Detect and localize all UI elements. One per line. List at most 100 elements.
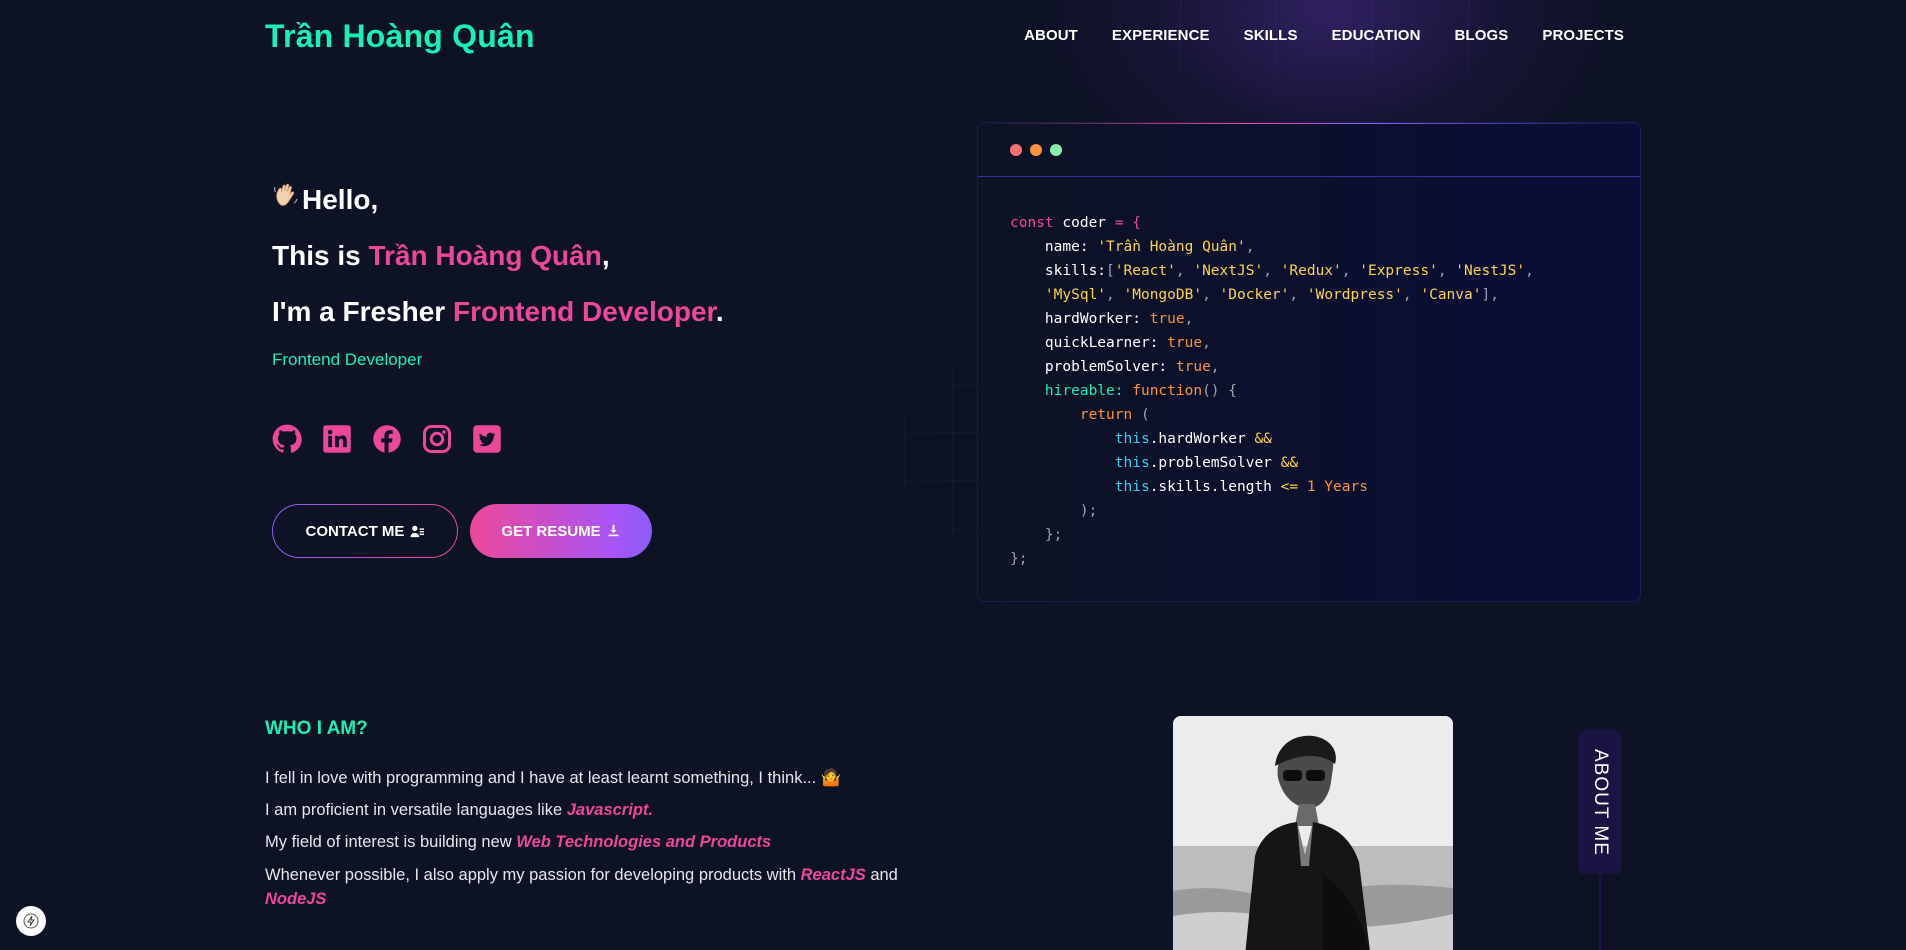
code-token: true: [1149, 311, 1185, 327]
code-token: this: [1114, 479, 1150, 495]
contact-me-label: CONTACT ME: [305, 522, 405, 540]
code-token: hardWorker:: [1044, 311, 1150, 327]
hero-role-prefix: I'm a Fresher: [272, 296, 453, 327]
waving-hand-icon: [272, 172, 302, 228]
linkedin-icon[interactable]: [322, 424, 352, 454]
code-line: };: [1010, 547, 1608, 571]
about-heading: WHO I AM?: [265, 718, 368, 739]
about-text: I am proficient in versatile languages l…: [265, 801, 567, 819]
code-token: true: [1175, 359, 1211, 375]
window-dot-green: [1050, 143, 1062, 156]
code-token: ,: [1184, 311, 1194, 327]
code-token: ,: [1289, 287, 1307, 303]
code-snippet: const coder = { name: 'Trần Hoàng Quân',…: [978, 177, 1640, 571]
code-line: hireable: function() {: [1010, 379, 1608, 403]
brand-logo[interactable]: Trần Hoàng Quân: [265, 18, 535, 55]
nav-experience[interactable]: EXPERIENCE: [1112, 27, 1210, 44]
portfolio-page: Trần Hoàng Quân ABOUT EXPERIENCE SKILLS …: [0, 0, 1906, 950]
code-token: 'MongoDB': [1123, 287, 1203, 303]
hero-name-suffix: ,: [601, 240, 610, 271]
about-highlight: Web Technologies and Products: [516, 833, 772, 851]
code-token: ],: [1481, 287, 1499, 303]
window-dot-orange: [1030, 143, 1042, 156]
about-paragraph: Whenever possible, I also apply my passi…: [265, 863, 955, 911]
code-line: return (: [1010, 403, 1608, 427]
about-highlight: NodeJS: [265, 890, 327, 908]
about-me-tab-line: [1599, 874, 1601, 950]
code-line: 'MySql', 'MongoDB', 'Docker', 'Wordpress…: [1010, 283, 1608, 307]
about-highlight: ReactJS: [800, 866, 866, 884]
about-paragraph: I am proficient in versatile languages l…: [265, 794, 955, 826]
github-icon[interactable]: [272, 424, 302, 454]
code-token: = {: [1114, 215, 1141, 231]
nav-education[interactable]: EDUCATION: [1332, 27, 1421, 44]
code-line: const coder = {: [1010, 211, 1608, 235]
code-token: ,: [1175, 263, 1194, 279]
code-token: &&: [1254, 431, 1272, 447]
code-token: ,: [1525, 263, 1534, 279]
hero-role-line: I'm a Fresher Frontend Developer.: [272, 284, 812, 340]
code-line: this.skills.length <= 1 Years: [1010, 475, 1608, 499]
background-grid-top: [1180, 0, 1480, 120]
hero-greeting-line: Hello,: [272, 172, 812, 228]
code-token: 1 Years: [1298, 479, 1368, 495]
code-token: 'React': [1114, 263, 1176, 279]
code-token: this: [1114, 431, 1150, 447]
code-token: <=: [1280, 479, 1299, 495]
code-line: skills:['React', 'NextJS', 'Redux', 'Exp…: [1010, 259, 1608, 283]
code-token: const: [1010, 215, 1054, 231]
hero-role: Frontend Developer: [452, 296, 716, 327]
code-token: 'Canva': [1420, 287, 1482, 303]
hero-actions: CONTACT ME GET RESUME: [272, 504, 652, 558]
code-token: () {: [1202, 383, 1237, 399]
code-token: return: [1079, 407, 1133, 423]
get-resume-label: GET RESUME: [501, 522, 601, 540]
code-line: this.problemSolver &&: [1010, 451, 1608, 475]
profile-photo: [1173, 716, 1453, 950]
facebook-icon[interactable]: [372, 424, 402, 454]
code-token: ,: [1202, 287, 1220, 303]
code-token: ,: [1210, 359, 1220, 375]
code-token: };: [1010, 551, 1028, 567]
window-dot-red: [1010, 143, 1022, 156]
nav-about[interactable]: ABOUT: [1024, 27, 1078, 44]
nav-blogs[interactable]: BLOGS: [1455, 27, 1509, 44]
code-token: 'Redux': [1280, 263, 1342, 279]
code-line: this.hardWorker &&: [1010, 427, 1608, 451]
code-token: quickLearner:: [1044, 335, 1168, 351]
hero-intro: Hello, This is Trần Hoàng Quân, I'm a Fr…: [272, 172, 812, 370]
code-token: [: [1106, 263, 1115, 279]
twitter-icon[interactable]: [472, 424, 502, 454]
social-links: [272, 424, 502, 454]
lightning-icon[interactable]: [16, 906, 46, 936]
about-text: Whenever possible, I also apply my passi…: [265, 866, 801, 884]
contact-me-button[interactable]: CONTACT ME: [272, 504, 458, 558]
code-token: (: [1132, 407, 1150, 423]
code-token: name:: [1044, 239, 1098, 255]
code-line: hardWorker: true,: [1010, 307, 1608, 331]
about-paragraph: My field of interest is building new Web…: [265, 826, 955, 858]
instagram-icon[interactable]: [422, 424, 452, 454]
code-token: 'Docker': [1219, 287, 1290, 303]
code-token: .hardWorker: [1149, 431, 1255, 447]
code-token: 'NextJS': [1193, 263, 1264, 279]
get-resume-button[interactable]: GET RESUME: [470, 504, 652, 558]
nav-projects[interactable]: PROJECTS: [1542, 27, 1624, 44]
code-token: ,: [1341, 263, 1360, 279]
code-token: .skills.length: [1149, 479, 1281, 495]
code-token: true: [1167, 335, 1203, 351]
hero-name: Trần Hoàng Quân: [368, 240, 602, 271]
about-description: I fell in love with programming and I ha…: [265, 762, 955, 911]
main-nav: ABOUT EXPERIENCE SKILLS EDUCATION BLOGS …: [1024, 27, 1624, 44]
code-line: quickLearner: true,: [1010, 331, 1608, 355]
nav-skills[interactable]: SKILLS: [1244, 27, 1298, 44]
code-token: ,: [1263, 263, 1281, 279]
code-line: problemSolver: true,: [1010, 355, 1608, 379]
code-token: hireable:: [1044, 383, 1133, 399]
hero-subtitle: Frontend Developer: [272, 350, 423, 369]
code-token: 'Express': [1359, 263, 1438, 279]
code-token: ,: [1402, 287, 1421, 303]
code-token: function: [1132, 383, 1203, 399]
code-token: };: [1044, 527, 1063, 543]
code-window: const coder = { name: 'Trần Hoàng Quân',…: [977, 122, 1641, 602]
